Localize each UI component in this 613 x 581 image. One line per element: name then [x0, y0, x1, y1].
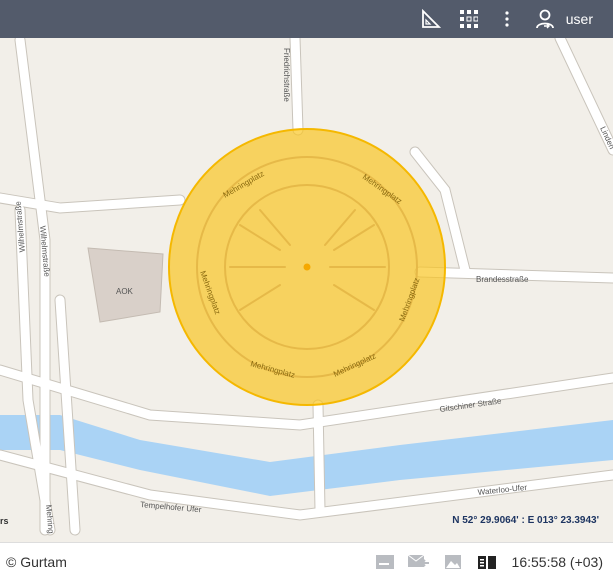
apps-grid-icon[interactable]: [456, 6, 482, 32]
label-partial: rs: [0, 516, 9, 526]
user-name[interactable]: user: [566, 11, 593, 27]
top-bar: user: [0, 0, 613, 38]
ruler-triangle-icon[interactable]: [418, 6, 444, 32]
user-icon[interactable]: [532, 6, 558, 32]
more-vert-icon[interactable]: [494, 6, 520, 32]
label-brandesstrasse: Brandesstraße: [476, 275, 529, 284]
card-icon[interactable]: [374, 553, 396, 571]
copyright: © Gurtam: [6, 554, 67, 570]
bottom-bar: © Gurtam 16:55:58 (+03): [0, 542, 613, 581]
label-aok: AOK: [116, 287, 134, 296]
label-friedrichstrasse: Friedrichstraße: [282, 48, 291, 102]
clock: 16:55:58 (+03): [511, 554, 603, 570]
layout-icon[interactable]: [476, 553, 498, 571]
map-view[interactable]: AOK Friedrichstraße Wilhelmstraße Wilhel…: [0, 38, 613, 542]
label-waterloo-ufer: Waterloo-Ufer: [477, 483, 527, 497]
image-icon[interactable]: [442, 553, 464, 571]
coordinates-readout: N 52° 29.9064' : E 013° 23.3943': [452, 515, 599, 526]
mail-forward-icon[interactable]: [407, 553, 430, 571]
